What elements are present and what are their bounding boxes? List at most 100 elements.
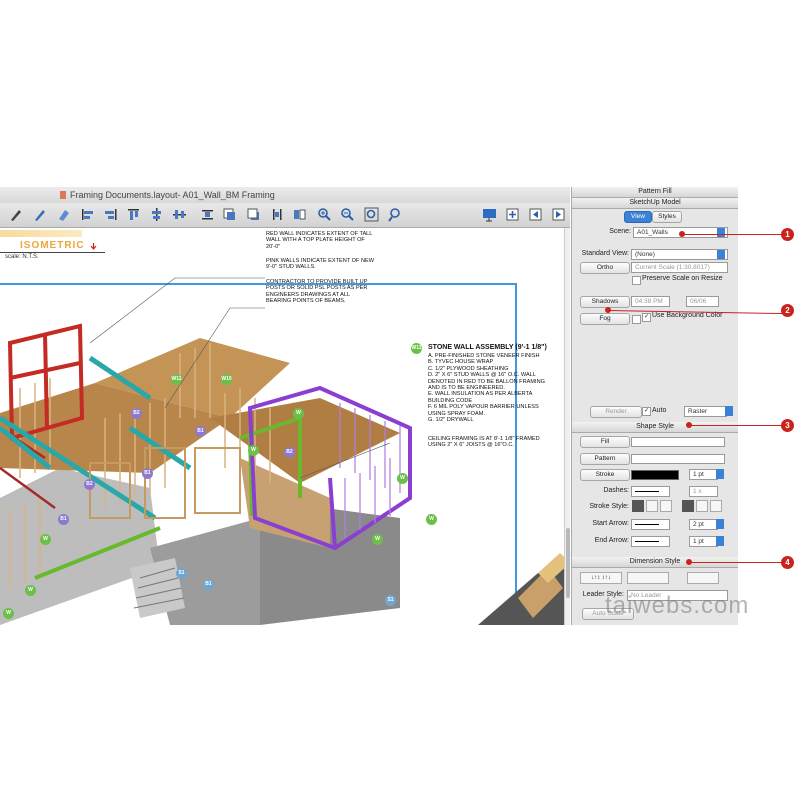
eraser-tool-icon[interactable] [56, 207, 71, 222]
marker-w-7[interactable]: W [25, 585, 36, 596]
marker-w-8[interactable]: W [3, 608, 14, 619]
space-vertical-icon[interactable] [270, 207, 285, 222]
render-mode-dropdown-icon[interactable] [725, 406, 733, 416]
pattern-swatch[interactable] [631, 454, 725, 464]
cap-round-icon[interactable] [646, 500, 658, 512]
flip-icon[interactable] [292, 207, 307, 222]
marker-w[interactable]: W [293, 408, 304, 419]
bring-to-front-icon[interactable] [222, 207, 237, 222]
marker-w11-b[interactable]: W11 [171, 374, 182, 385]
use-bg-color-label: Use Background Color [652, 312, 723, 319]
sketchup-model-header[interactable]: SketchUp Model [572, 198, 738, 209]
use-bg-color-checkbox[interactable]: ✓ [642, 313, 651, 322]
marker-s1-b[interactable]: S1 [385, 595, 396, 606]
dimension-extension-icon[interactable] [687, 572, 719, 584]
fog-color-swatch[interactable] [632, 315, 641, 324]
note-ceiling: CEILING FRAMING IS AT 8'-1 1/8" FRAMED US… [428, 436, 540, 449]
ortho-button[interactable]: Ortho [580, 262, 630, 274]
freehand-pen-icon[interactable] [32, 207, 47, 222]
end-arrow-size-field[interactable]: 1 pt [689, 536, 718, 547]
marker-s1[interactable]: S1 [176, 568, 187, 579]
start-arrow-size-field[interactable]: 2 pt [689, 519, 718, 530]
stroke-button[interactable]: Stroke [580, 469, 630, 481]
align-top-icon[interactable] [126, 207, 141, 222]
current-scale-select[interactable]: Current Scale (1:30.8017) [631, 262, 728, 273]
shadow-time-field[interactable]: 04:38 PM [631, 296, 670, 307]
marker-w-5[interactable]: W [372, 534, 383, 545]
marker-w10[interactable]: W10 [221, 374, 232, 385]
tab-view[interactable]: View [624, 211, 652, 223]
stroke-color-swatch[interactable] [631, 470, 679, 480]
marker-b2[interactable]: B2 [131, 408, 142, 419]
dimension-text-position-icon[interactable]: ↓↑↕ ↕↑↓ [580, 572, 622, 584]
zoom-fit-icon[interactable] [364, 207, 379, 222]
start-arrow-size-dropdown-icon[interactable] [716, 519, 724, 529]
callout-badge-2: 2 [781, 304, 794, 317]
scene-dropdown-icon[interactable] [717, 228, 725, 237]
scrollbar-thumb[interactable] [566, 528, 570, 598]
zoom-out-icon[interactable] [340, 207, 355, 222]
standard-view-select[interactable]: (None) [631, 249, 728, 260]
zoom-in-icon[interactable] [317, 207, 332, 222]
marker-w-2[interactable]: W [248, 445, 259, 456]
cap-square-icon[interactable] [660, 500, 672, 512]
join-bevel-icon[interactable] [710, 500, 722, 512]
marker-w-3[interactable]: W [397, 473, 408, 484]
callout-dot-3 [686, 422, 692, 428]
end-arrow-select[interactable] [631, 536, 670, 547]
align-center-icon[interactable] [149, 207, 164, 222]
window-titlebar[interactable]: Framing Documents.layout- A01_Wall_BM Fr… [0, 187, 570, 203]
next-page-icon[interactable] [551, 207, 566, 222]
distribute-horizontal-icon[interactable] [200, 207, 215, 222]
layout-document-window: Framing Documents.layout- A01_Wall_BM Fr… [0, 187, 570, 625]
isometric-framing-model[interactable] [0, 268, 470, 625]
stroke-width-field[interactable]: 1 pt [689, 469, 718, 480]
shadows-button[interactable]: Shadows [580, 296, 630, 308]
add-page-icon[interactable] [505, 207, 520, 222]
send-to-back-icon[interactable] [246, 207, 261, 222]
select-pen-tool-icon[interactable] [8, 207, 23, 222]
pattern-button[interactable]: Pattern [580, 453, 630, 465]
align-right-icon[interactable] [103, 207, 118, 222]
join-round-icon[interactable] [696, 500, 708, 512]
marker-b1-d[interactable]: B1 [203, 579, 214, 590]
marker-w-4[interactable]: W [426, 514, 437, 525]
watermark: taiwebs.com [605, 592, 750, 619]
cap-butt-icon[interactable] [632, 500, 644, 512]
marker-b1[interactable]: B1 [195, 426, 206, 437]
previous-page-icon[interactable] [528, 207, 543, 222]
marker-w-6[interactable]: W [40, 534, 51, 545]
dashes-select[interactable] [631, 486, 670, 497]
stroke-width-dropdown-icon[interactable] [716, 469, 724, 479]
callout-dot-4 [686, 559, 692, 565]
join-miter-icon[interactable] [682, 500, 694, 512]
dash-scale-field[interactable]: 1 x [689, 486, 718, 497]
marker-b1-c[interactable]: B1 [58, 514, 69, 525]
render-button[interactable]: Render [590, 406, 642, 418]
align-left-icon[interactable] [80, 207, 95, 222]
presentation-icon[interactable] [482, 207, 497, 222]
marker-w11[interactable]: W11 [411, 343, 422, 354]
callout-badge-1: 1 [781, 228, 794, 241]
shape-style-header[interactable]: Shape Style [572, 422, 738, 433]
align-middle-icon[interactable] [172, 207, 187, 222]
pattern-fill-header[interactable]: Pattern Fill [572, 187, 738, 198]
marker-b1-b[interactable]: B1 [142, 468, 153, 479]
end-arrow-size-dropdown-icon[interactable] [716, 536, 724, 546]
tab-styles[interactable]: Styles [652, 211, 682, 223]
auto-render-checkbox[interactable]: ✓ [642, 407, 651, 416]
dimension-text-align-icon[interactable] [627, 572, 669, 584]
zoom-actual-icon[interactable] [388, 207, 403, 222]
render-mode-select[interactable]: Raster [684, 406, 727, 417]
drawing-canvas[interactable]: ISOMETRIC scale: N.T.S. W11 W11 W10 W W … [0, 228, 570, 625]
start-arrow-select[interactable] [631, 519, 670, 530]
shadow-date-field[interactable]: 06/06 [686, 296, 719, 307]
fill-button[interactable]: Fill [580, 436, 630, 448]
preserve-scale-checkbox[interactable] [632, 276, 641, 285]
marker-b2-c[interactable]: B2 [284, 447, 295, 458]
standard-view-dropdown-icon[interactable] [717, 250, 725, 259]
fill-color-swatch[interactable] [631, 437, 725, 447]
vertical-scrollbar[interactable] [564, 228, 570, 625]
fog-button[interactable]: Fog [580, 313, 630, 325]
marker-b2-b[interactable]: B2 [84, 479, 95, 490]
